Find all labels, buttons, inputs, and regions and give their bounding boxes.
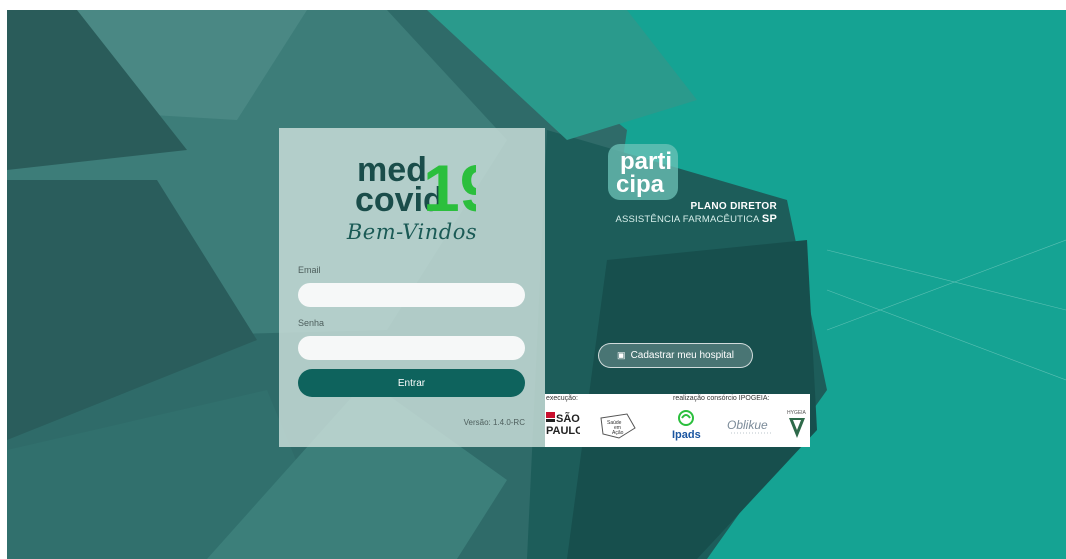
login-button[interactable]: Entrar — [298, 369, 525, 397]
register-hospital-label: Cadastrar meu hospital — [630, 350, 734, 361]
ipads-text: Ipads — [672, 429, 701, 441]
medcovid19-logo: med covid 19 — [355, 151, 476, 218]
version-text: Versão: 1.4.0-RC — [463, 418, 525, 427]
hygeia-text: HYGEIA — [787, 410, 807, 416]
state-label: SP — [761, 213, 777, 225]
hygeia-logo: HYGEIA — [787, 410, 807, 438]
saude-em-acao-logo: Saúde em Ação — [600, 413, 636, 439]
paulo-text: PAULO — [546, 425, 580, 437]
camera-icon: ▣ — [617, 350, 626, 360]
logo-cipa-text: cipa — [616, 171, 665, 198]
login-panel: med covid 19 Bem-Vindos Email Senha Entr… — [279, 128, 545, 447]
brand-panel: parti cipa PLANO DIRETOR ASSISTÊNCIA FAR… — [545, 128, 810, 447]
oblikue-text: Oblikue — [727, 418, 768, 432]
saude-line3-text: Ação — [612, 430, 624, 436]
ipads-logo: Ipads — [672, 410, 701, 441]
register-hospital-button[interactable]: ▣ Cadastrar meu hospital — [598, 343, 753, 368]
sao-paulo-logo: SÃO PAULO — [546, 412, 580, 437]
assistencia-label: ASSISTÊNCIA FARMACÊUTICA — [615, 214, 760, 225]
plano-diretor-text: PLANO DIRETOR — [690, 201, 777, 212]
execucao-label: execução: — [546, 395, 578, 402]
realizacao-label: realização consórcio IPOGEIA: — [673, 395, 770, 402]
password-field[interactable] — [298, 336, 525, 360]
participa-logo: parti cipa — [608, 144, 678, 200]
email-field[interactable] — [298, 283, 525, 307]
logo-19-text: 19 — [423, 151, 476, 218]
oblikue-logo: Oblikue — [727, 418, 771, 434]
assistencia-text: ASSISTÊNCIA FARMACÊUTICA SP — [615, 213, 777, 225]
sao-text: SÃO — [556, 412, 580, 425]
password-label: Senha — [298, 318, 325, 328]
sponsors-strip: execução: realização consórcio IPOGEIA: … — [545, 394, 810, 447]
email-label: Email — [298, 265, 321, 275]
welcome-text: Bem-Vindos — [346, 220, 478, 244]
